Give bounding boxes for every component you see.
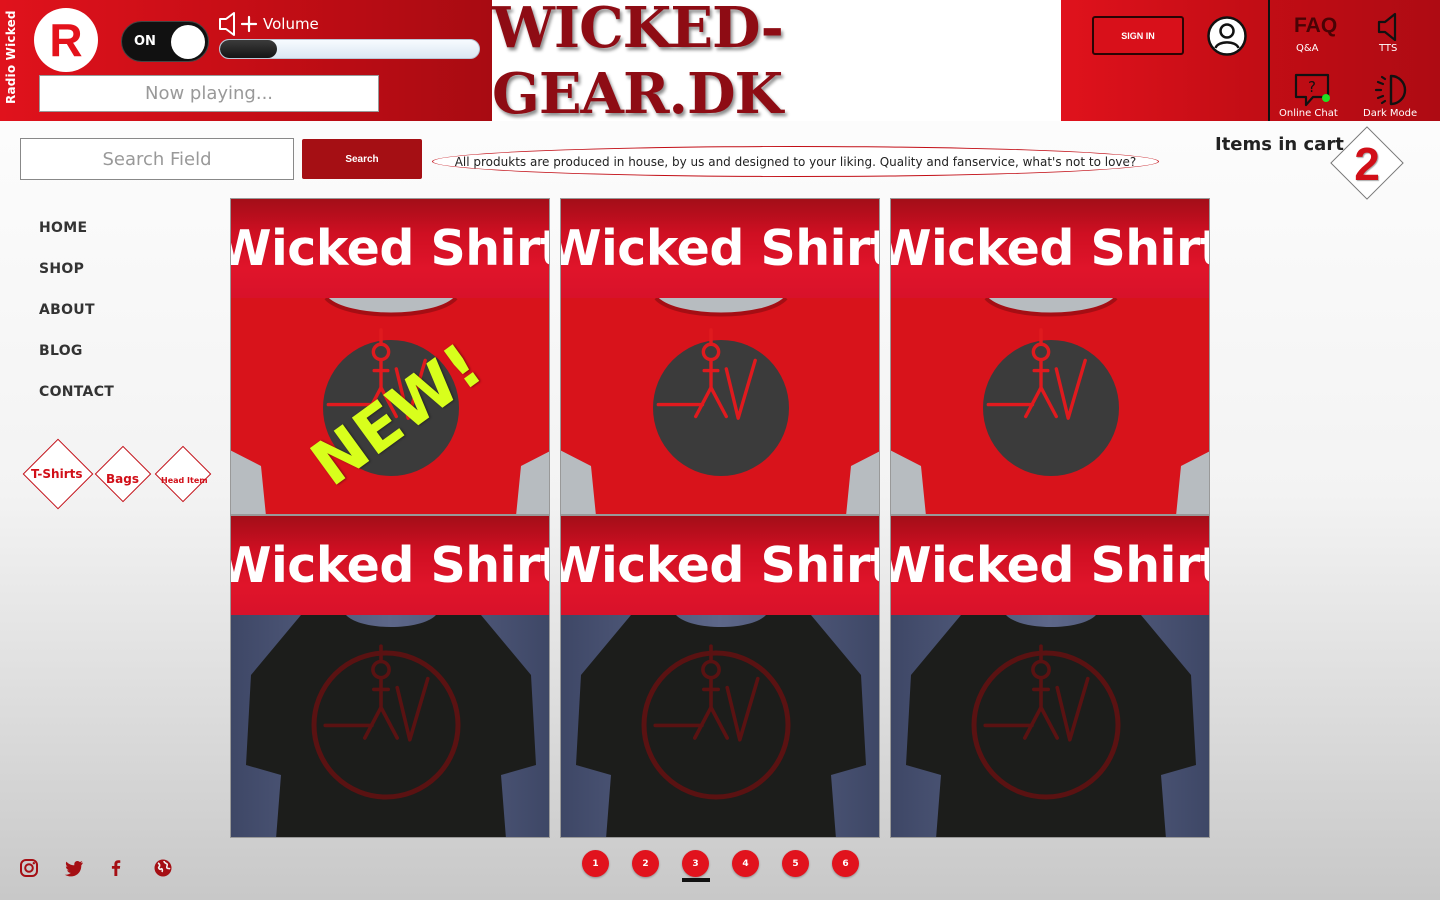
- sign-in-button[interactable]: SIGN IN: [1092, 16, 1184, 55]
- product-title: Wicked Shirt: [891, 516, 1209, 615]
- product-image: [891, 298, 1209, 514]
- chat-label: Online Chat: [1279, 108, 1338, 119]
- category-tshirts-label: T-Shirts: [31, 467, 83, 481]
- search-button[interactable]: Search: [302, 139, 422, 179]
- volume-slider-fill: [220, 40, 277, 58]
- category-head-item-label: Head Item: [161, 476, 208, 485]
- current-page-indicator: [682, 878, 710, 882]
- category-bags-label: Bags: [106, 472, 139, 486]
- page-button-1[interactable]: 1: [582, 850, 609, 877]
- product-image: NEW!: [231, 298, 549, 514]
- radio-logo-letter: R: [49, 14, 83, 66]
- dark-mode-label: Dark Mode: [1363, 108, 1418, 119]
- main-nav: HOME SHOP ABOUT BLOG CONTACT: [39, 220, 114, 425]
- radio-logo[interactable]: R: [34, 8, 98, 72]
- nav-item-about[interactable]: ABOUT: [39, 302, 114, 343]
- product-card[interactable]: Wicked Shirt: [560, 198, 880, 515]
- brand-banner[interactable]: WICKED-GEAR.DK: [492, 0, 1061, 127]
- instagram-icon[interactable]: [18, 857, 40, 879]
- page-button-3[interactable]: 3: [682, 850, 709, 877]
- volume-label: Volume: [263, 15, 319, 33]
- toggle-knob: [171, 25, 205, 59]
- product-title: Wicked Shirt: [891, 199, 1209, 298]
- cart-label: Items in cart: [1215, 134, 1344, 155]
- faq-button[interactable]: FAQ: [1294, 14, 1337, 38]
- page-button-2[interactable]: 2: [632, 850, 659, 877]
- nav-item-contact[interactable]: CONTACT: [39, 384, 114, 425]
- product-card[interactable]: Wicked Shirt: [890, 198, 1210, 515]
- product-title: Wicked Shirt: [231, 199, 549, 298]
- product-image: [231, 615, 549, 837]
- search-input[interactable]: [20, 138, 294, 180]
- product-image: [561, 615, 879, 837]
- radio-label: Radio Wicked: [4, 10, 18, 104]
- page-button-4[interactable]: 4: [732, 850, 759, 877]
- volume-slider[interactable]: [219, 39, 480, 59]
- toggle-label: ON: [134, 34, 156, 49]
- product-card[interactable]: Wicked Shirt: [890, 515, 1210, 838]
- page-button-5[interactable]: 5: [782, 850, 809, 877]
- facebook-icon[interactable]: [105, 857, 127, 879]
- product-title: Wicked Shirt: [561, 516, 879, 615]
- twitter-icon[interactable]: [63, 857, 85, 879]
- globe-icon[interactable]: [152, 857, 174, 879]
- product-card[interactable]: Wicked Shirt NEW!: [230, 198, 550, 515]
- cart-count[interactable]: 2: [1331, 134, 1403, 194]
- promo-banner: All produkts are produced in house, by u…: [432, 146, 1159, 177]
- tts-label: TTS: [1379, 43, 1398, 54]
- brand-title: WICKED-GEAR.DK: [492, 0, 784, 127]
- radio-power-toggle[interactable]: ON: [121, 21, 209, 62]
- nav-item-blog[interactable]: BLOG: [39, 343, 114, 384]
- now-playing-field: Now playing...: [39, 75, 379, 112]
- header-divider: [1268, 0, 1270, 121]
- product-image: [891, 615, 1209, 837]
- product-image: [561, 298, 879, 514]
- volume-up-icon[interactable]: [218, 11, 260, 37]
- svg-text:?: ?: [1308, 78, 1316, 96]
- qa-label: Q&A: [1296, 43, 1319, 54]
- user-account-icon[interactable]: [1206, 15, 1248, 57]
- product-card[interactable]: Wicked Shirt: [230, 515, 550, 838]
- product-title: Wicked Shirt: [561, 199, 879, 298]
- nav-item-shop[interactable]: SHOP: [39, 261, 114, 302]
- dark-mode-icon[interactable]: [1373, 72, 1409, 108]
- page-button-6[interactable]: 6: [832, 850, 859, 877]
- chat-help-icon[interactable]: ?: [1293, 72, 1333, 108]
- nav-item-home[interactable]: HOME: [39, 220, 114, 261]
- product-card[interactable]: Wicked Shirt: [560, 515, 880, 838]
- category-head-item-button[interactable]: [154, 445, 212, 503]
- product-title: Wicked Shirt: [231, 516, 549, 615]
- speaker-icon[interactable]: [1376, 12, 1404, 42]
